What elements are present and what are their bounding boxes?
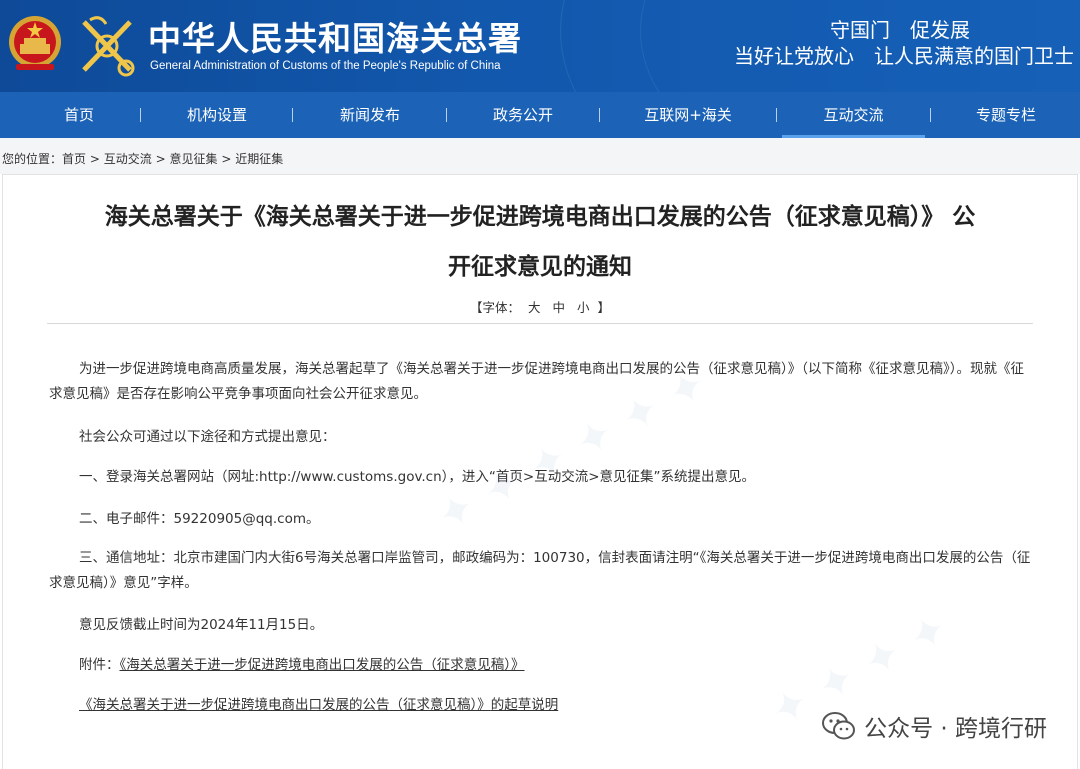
- nav-item-interaction[interactable]: 互动交流: [782, 92, 925, 138]
- nav-separator: [776, 108, 777, 122]
- nav-separator: [446, 108, 447, 122]
- attachment-prefix: 附件：: [79, 657, 120, 673]
- paragraph-intro: 为进一步促进跨境电商高质量发展，海关总署起草了《海关总署关于进一步促进跨境电商出…: [49, 357, 1031, 407]
- breadcrumb: 您的位置：首页 > 互动交流 > 意见征集 > 近期征集: [2, 150, 283, 167]
- font-size-control: 【字体： 大 中 小 】: [3, 297, 1077, 316]
- article-panel: ✦ ✦ ✦ ✦ ✦ ✦ ✦ ✦ ✦ ✦ 海关总署关于《海关总署关于进一步促进跨境…: [2, 174, 1078, 769]
- nav-separator: [930, 108, 931, 122]
- nav-separator: [599, 108, 600, 122]
- national-emblem-icon: [6, 12, 64, 76]
- site-title: 中华人民共和国海关总署: [148, 12, 522, 60]
- slogan-top: 守国门 促发展: [830, 14, 970, 43]
- paragraph-email: 二、电子邮件：59220905@qq.com。: [49, 507, 1031, 532]
- site-subtitle: General Administration of Customs of the…: [150, 60, 501, 72]
- breadcrumb-separator: >: [90, 152, 100, 166]
- paragraph-deadline: 意见反馈截止时间为2024年11月15日。: [49, 613, 1031, 638]
- site-header: 中华人民共和国海关总署 General Administration of Cu…: [0, 0, 1080, 92]
- breadcrumb-link-recent[interactable]: 近期征集: [235, 152, 283, 166]
- wechat-watermark: 公众号 · 跨境行研: [822, 709, 1047, 743]
- breadcrumb-prefix: 您的位置：: [2, 152, 62, 166]
- nav-separator: [140, 108, 141, 122]
- breadcrumb-link-interaction[interactable]: 互动交流: [104, 152, 152, 166]
- nav-separator: [292, 108, 293, 122]
- breadcrumb-link-solicitation[interactable]: 意见征集: [169, 152, 217, 166]
- font-size-end: 】: [597, 300, 610, 315]
- nav-item-internet-customs[interactable]: 互联网+海关: [630, 92, 746, 138]
- breadcrumb-link-home[interactable]: 首页: [62, 152, 86, 166]
- font-size-label: 【字体：: [470, 300, 520, 315]
- nav-item-home[interactable]: 首页: [40, 92, 118, 138]
- drafting-note-title: 《海关总署关于进一步促进跨境电商出口发展的公告（征求意见稿）》: [79, 697, 491, 713]
- main-nav: 首页 机构设置 新闻发布 政务公开 互联网+海关 互动交流 专题专栏: [0, 92, 1080, 138]
- nav-item-organization[interactable]: 机构设置: [172, 92, 262, 138]
- customs-logo-icon: [76, 12, 138, 78]
- nav-item-news[interactable]: 新闻发布: [325, 92, 415, 138]
- attachment-line: 附件：《海关总署关于进一步促进跨境电商出口发展的公告（征求意见稿）》: [49, 653, 1031, 678]
- font-size-small[interactable]: 小: [577, 300, 590, 315]
- paragraph-website: 一、登录海关总署网站（网址:http://www.customs.gov.cn）…: [49, 465, 1031, 490]
- nav-item-government-affairs[interactable]: 政务公开: [478, 92, 568, 138]
- wechat-account-label: 公众号 · 跨境行研: [864, 709, 1047, 743]
- drafting-note-link[interactable]: 《海关总署关于进一步促进跨境电商出口发展的公告（征求意见稿）》的起草说明: [79, 697, 558, 713]
- paragraph-address: 三、通信地址：北京市建国门内大街6号海关总署口岸监管司，邮政编码为：100730…: [49, 546, 1031, 596]
- title-divider: [47, 323, 1033, 324]
- nav-item-special-topics[interactable]: 专题专栏: [958, 92, 1054, 138]
- breadcrumb-separator: >: [221, 152, 231, 166]
- article-title-line2: 开征求意见的通知: [43, 247, 1037, 281]
- breadcrumb-bar: 您的位置：首页 > 互动交流 > 意见征集 > 近期征集: [0, 138, 1080, 174]
- font-size-large[interactable]: 大: [528, 300, 541, 315]
- paragraph-channels: 社会公众可通过以下途径和方式提出意见：: [49, 425, 1031, 450]
- breadcrumb-separator: >: [156, 152, 166, 166]
- attachment-link[interactable]: 《海关总署关于进一步促进跨境电商出口发展的公告（征求意见稿）》: [120, 657, 525, 673]
- article-title-line1: 海关总署关于《海关总署关于进一步促进跨境电商出口发展的公告（征求意见稿）》 公: [43, 197, 1037, 231]
- wechat-icon: [822, 711, 856, 741]
- font-size-medium[interactable]: 中: [552, 300, 565, 315]
- drafting-note-suffix: 的起草说明: [491, 697, 559, 713]
- slogan-bottom: 当好让党放心 让人民满意的国门卫士: [734, 40, 1074, 69]
